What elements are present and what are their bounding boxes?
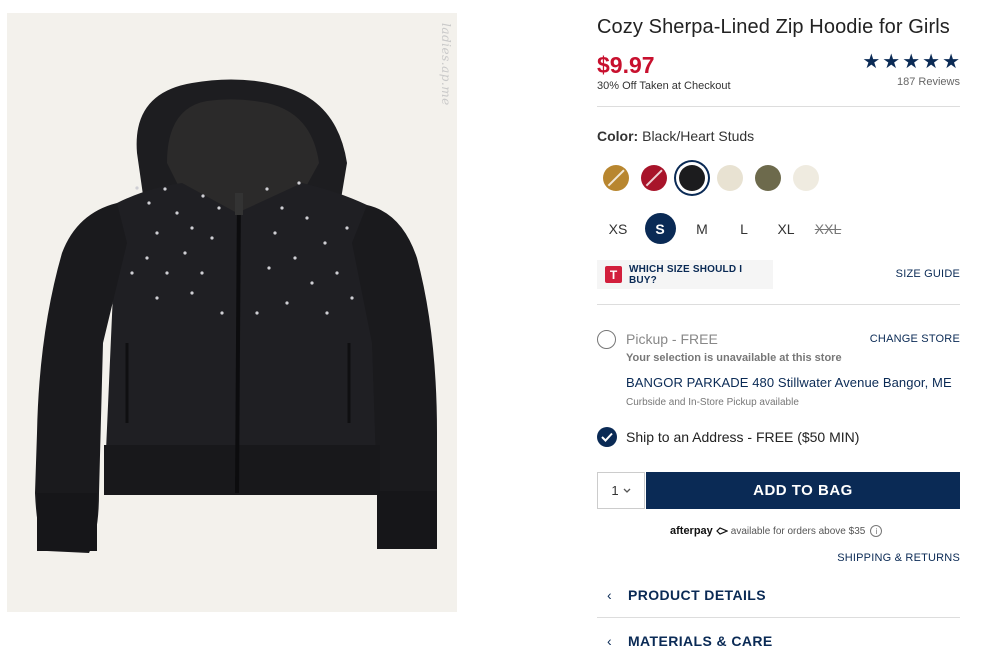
size-label: M: [696, 220, 708, 237]
size-option-l[interactable]: L: [723, 213, 765, 244]
rating-stars[interactable]: ★ ★ ★ ★ ★: [862, 52, 960, 72]
change-store-link[interactable]: CHANGE STORE: [870, 333, 960, 345]
star-icon: ★: [882, 51, 901, 73]
accordion-label: PRODUCT DETAILS: [628, 587, 766, 603]
product-price: $9.97: [597, 52, 655, 78]
reviews-link[interactable]: 187 Reviews: [897, 76, 960, 88]
swatch-tan[interactable]: [603, 165, 629, 191]
size-label: XL: [777, 220, 795, 237]
size-guide-link[interactable]: SIZE GUIDE: [896, 268, 960, 280]
true-fit-icon: T: [605, 266, 622, 283]
info-icon[interactable]: i: [870, 525, 883, 537]
which-size-button[interactable]: T WHICH SIZE SHOULD I BUY?: [597, 260, 773, 289]
quantity-value: 1: [611, 483, 619, 498]
afterpay-arrows-icon: [715, 527, 728, 535]
afterpay-logo: afterpay: [670, 525, 713, 537]
unavailable-strike: [645, 169, 663, 187]
product-title: Cozy Sherpa-Lined Zip Hoodie for Girls: [597, 16, 950, 38]
size-option-xs[interactable]: XS: [597, 213, 639, 244]
which-size-label: WHICH SIZE SHOULD I BUY?: [628, 263, 743, 286]
swatch-camo[interactable]: [755, 165, 781, 191]
chevron-down-icon: [623, 488, 631, 493]
swatch-cream[interactable]: [717, 165, 743, 191]
accordion-label: MATERIALS & CARE: [628, 633, 773, 649]
pickup-label: Pickup - FREE: [626, 331, 718, 347]
swatch-black-heart-studs[interactable]: [679, 165, 705, 191]
color-value: Black/Heart Studs: [642, 128, 755, 144]
chevron-left-icon: ‹: [607, 633, 612, 649]
star-icon: ★: [922, 51, 941, 73]
size-option-m[interactable]: M: [681, 213, 723, 244]
hoodie-illustration: [35, 79, 437, 553]
swatch-red-plaid[interactable]: [641, 165, 667, 191]
pickup-radio[interactable]: [597, 330, 616, 349]
product-image[interactable]: ladies.ap.me: [7, 13, 457, 612]
unavailable-note: Your selection is unavailable at this st…: [626, 352, 842, 364]
color-label-prefix: Color:: [597, 128, 639, 144]
accordion-product-details[interactable]: ‹ PRODUCT DETAILS: [597, 580, 960, 610]
accordion-materials-care[interactable]: ‹ MATERIALS & CARE: [597, 626, 960, 656]
divider: [597, 106, 960, 107]
size-option-xxl[interactable]: XXL: [807, 213, 849, 244]
shipping-returns-link[interactable]: SHIPPING & RETURNS: [837, 552, 960, 564]
check-icon: [601, 432, 613, 442]
add-to-bag-button[interactable]: ADD TO BAG: [646, 472, 960, 509]
chevron-left-icon: ‹: [607, 587, 612, 603]
afterpay-note: afterpay available for orders above $35 …: [670, 525, 883, 537]
afterpay-text: available for orders above $35: [730, 525, 866, 537]
size-option-xl[interactable]: XL: [765, 213, 807, 244]
watermark: ladies.ap.me: [439, 23, 453, 106]
color-label: Color: Black/Heart Studs: [597, 128, 754, 144]
ship-label: Ship to an Address - FREE ($50 MIN): [626, 429, 860, 445]
swatch-ivory[interactable]: [793, 165, 819, 191]
size-selector: XS S M L XL XXL: [597, 213, 849, 244]
star-icon: ★: [902, 51, 921, 73]
star-icon: ★: [862, 51, 881, 73]
divider: [597, 304, 960, 305]
size-option-s[interactable]: S: [639, 213, 681, 244]
quantity-select[interactable]: 1: [597, 472, 645, 509]
discount-note: 30% Off Taken at Checkout: [597, 80, 731, 92]
curbside-note: Curbside and In-Store Pickup available: [626, 397, 799, 408]
store-address[interactable]: BANGOR PARKADE 480 Stillwater Avenue Ban…: [626, 375, 952, 390]
size-label: S: [644, 213, 676, 244]
ship-radio[interactable]: [597, 427, 617, 447]
star-icon: ★: [942, 51, 960, 73]
divider: [597, 617, 960, 618]
unavailable-strike: [607, 169, 625, 187]
size-label: L: [740, 220, 748, 237]
size-label: XXL: [814, 220, 842, 237]
size-label: XS: [608, 220, 628, 237]
color-swatches: [603, 165, 819, 191]
